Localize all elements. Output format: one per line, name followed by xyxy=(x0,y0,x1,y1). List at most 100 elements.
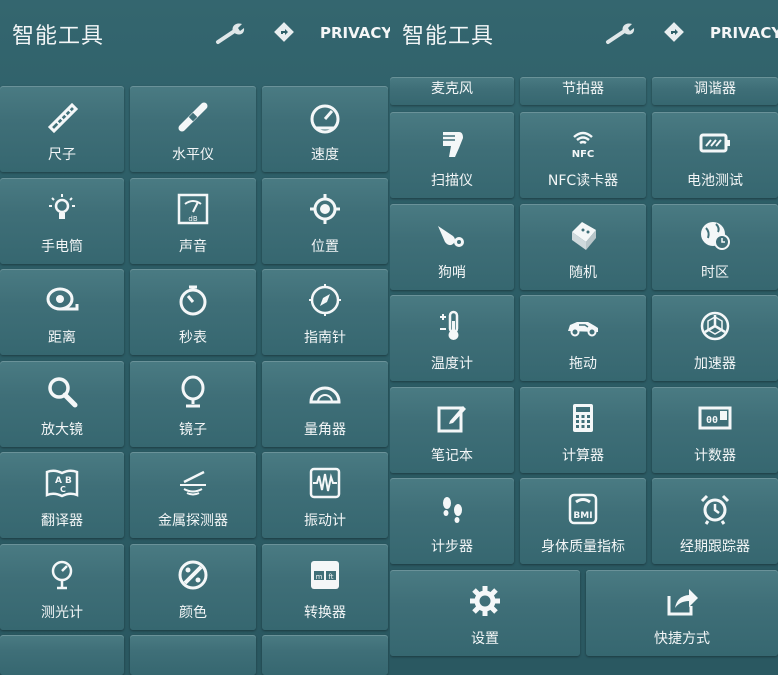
tool-label: 电池测试 xyxy=(687,173,743,189)
nfc-icon: NFC xyxy=(566,126,600,160)
footsteps-icon xyxy=(435,492,469,526)
svg-text:B: B xyxy=(65,476,72,486)
tool-tile[interactable]: 拖动 xyxy=(520,295,646,381)
directions-icon[interactable] xyxy=(664,22,684,42)
tool-label: 尺子 xyxy=(48,147,76,163)
settings-button[interactable]: 设置 xyxy=(390,570,580,656)
tool-tile[interactable]: 经期跟踪器 xyxy=(652,478,778,564)
tool-tile[interactable]: 镜子 xyxy=(130,360,256,447)
location-target-icon xyxy=(308,192,342,226)
sound-meter-icon: dB xyxy=(176,192,210,226)
tool-tile[interactable]: 颜色 xyxy=(130,543,256,630)
tool-label: 位置 xyxy=(311,238,339,255)
tool-tile[interactable]: BMI 身体质量指标 xyxy=(520,478,646,564)
tool-tile[interactable]: A B C 翻译器 xyxy=(0,452,124,538)
tool-tile[interactable]: 金属探测器 xyxy=(130,452,256,538)
tool-tile[interactable]: 扫描仪 xyxy=(390,112,514,198)
tool-tile[interactable]: 放大镜 xyxy=(0,360,124,447)
tool-tile[interactable]: 秒表 xyxy=(130,269,256,355)
tool-label: 水平仪 xyxy=(172,147,214,163)
tool-label: 身体质量指标 xyxy=(541,539,625,555)
privacy-link[interactable]: PRIVACY xyxy=(710,24,778,42)
directions-icon[interactable] xyxy=(274,22,294,42)
tool-tile[interactable]: 计步器 xyxy=(390,478,514,564)
counter-icon: 00 xyxy=(698,401,732,435)
car-icon xyxy=(566,309,600,343)
tool-label: 快捷方式 xyxy=(654,631,710,647)
right-screen: 智能工具 PRIVACY 麦克风 节拍器 调谐器扫描仪 NFC NFC读卡器 电池测试狗哨… xyxy=(390,0,778,670)
left-screen: 智能工具 PRIVACY 尺子 水平仪 速度 手电筒 dB 声音 位置 距离 秒表 指南针 放大镜 镜… xyxy=(0,0,392,675)
protractor-icon xyxy=(308,375,342,409)
ruler-icon xyxy=(45,100,79,134)
tool-tile-partial[interactable]: 麦克风 xyxy=(390,77,514,105)
notepad-icon xyxy=(435,401,469,435)
tool-label: 拖动 xyxy=(569,356,597,372)
tape-measure-icon xyxy=(45,283,79,317)
translator-book-icon: ABC xyxy=(45,466,79,500)
svg-text:BMI: BMI xyxy=(573,511,592,521)
svg-text:ft: ft xyxy=(328,573,333,581)
bmi-scale-icon: BMI xyxy=(566,492,600,526)
privacy-link[interactable]: PRIVACY xyxy=(320,24,392,42)
tool-tile[interactable]: 随机 xyxy=(520,203,646,290)
speedometer-icon xyxy=(308,100,342,134)
mirror-icon xyxy=(176,375,210,409)
tool-label: 扫描仪 xyxy=(431,173,473,189)
accelerometer-icon xyxy=(698,309,732,343)
unit-converter-icon: m ft xyxy=(308,558,342,592)
tool-tile[interactable]: 位置 xyxy=(262,177,388,264)
tool-tile[interactable]: 狗哨 xyxy=(390,203,514,290)
tool-tile[interactable]: 水平仪 xyxy=(130,86,256,172)
tool-tile[interactable]: 手电筒 xyxy=(0,177,124,264)
tool-label: 测光计 xyxy=(41,604,83,621)
app-header: 智能工具 PRIVACY xyxy=(390,0,778,68)
tool-tile[interactable]: 电池测试 xyxy=(652,112,778,198)
tool-label: 节拍器 xyxy=(562,81,604,97)
tool-label: 量角器 xyxy=(304,421,346,438)
tool-label: 秒表 xyxy=(179,330,207,346)
tool-tile[interactable]: 量角器 xyxy=(262,360,388,447)
tool-tile[interactable]: 振动计 xyxy=(262,452,388,538)
tool-label: 计算器 xyxy=(562,447,604,464)
tool-tile-partial[interactable] xyxy=(130,635,256,675)
flashlight-bulb-icon xyxy=(45,192,79,226)
svg-text:NFC: NFC xyxy=(572,149,595,160)
tool-tile[interactable]: 笔记本 xyxy=(390,386,514,473)
tool-label: 笔记本 xyxy=(431,447,473,464)
battery-icon xyxy=(698,126,732,160)
globe-clock-icon xyxy=(698,218,732,252)
tool-tile[interactable]: 温度计 xyxy=(390,295,514,381)
tool-tile[interactable]: 指南针 xyxy=(262,269,388,355)
tool-tile[interactable]: NFC NFC读卡器 xyxy=(520,112,646,198)
tool-label: 转换器 xyxy=(304,604,346,621)
wrench-icon[interactable] xyxy=(605,20,637,46)
stopwatch-icon xyxy=(176,283,210,317)
tool-tile[interactable]: 00 计数器 xyxy=(652,386,778,473)
gear-icon xyxy=(468,584,502,618)
tool-tile[interactable]: m ft 转换器 xyxy=(262,543,388,630)
tool-tile-partial[interactable]: 节拍器 xyxy=(520,77,646,105)
tool-tile[interactable]: dB 声音 xyxy=(130,177,256,264)
tool-tile-partial[interactable] xyxy=(0,635,124,675)
svg-text:dB: dB xyxy=(188,215,197,223)
svg-text:m: m xyxy=(316,573,323,581)
barcode-scanner-icon xyxy=(435,126,469,160)
tool-label: 调谐器 xyxy=(694,81,736,97)
tool-tile[interactable]: 加速器 xyxy=(652,295,778,381)
tool-tile[interactable]: 尺子 xyxy=(0,86,124,172)
wrench-icon[interactable] xyxy=(215,20,247,46)
tool-tile[interactable]: 速度 xyxy=(262,86,388,172)
tool-label: 距离 xyxy=(48,330,76,346)
thermometer-icon xyxy=(435,309,469,343)
tool-label: 放大镜 xyxy=(41,421,83,438)
tool-tile[interactable]: 计算器 xyxy=(520,386,646,473)
tool-tile-partial[interactable] xyxy=(262,635,388,675)
tool-label: 振动计 xyxy=(304,513,346,529)
tool-label: 设置 xyxy=(471,631,499,647)
shortcut-button[interactable]: 快捷方式 xyxy=(586,570,778,656)
tool-tile[interactable]: 时区 xyxy=(652,203,778,290)
tool-tile-partial[interactable]: 调谐器 xyxy=(652,77,778,105)
tool-label: 随机 xyxy=(569,264,597,281)
tool-tile[interactable]: 测光计 xyxy=(0,543,124,630)
tool-tile[interactable]: 距离 xyxy=(0,269,124,355)
